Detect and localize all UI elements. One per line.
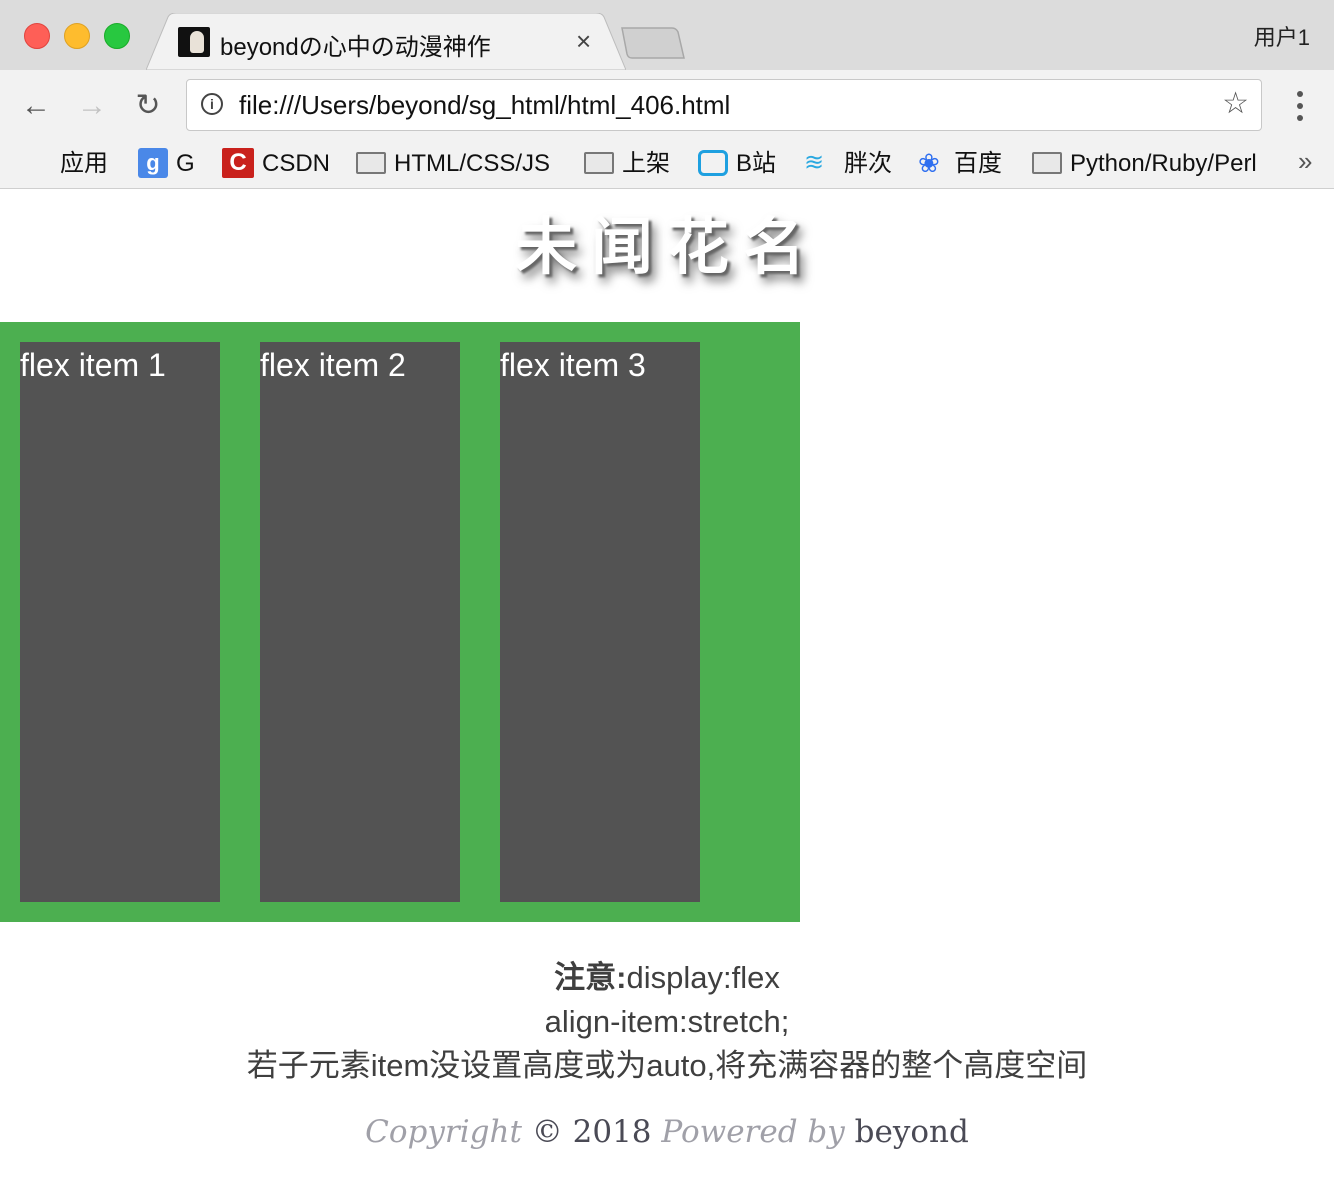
window-close-button[interactable] (24, 23, 50, 49)
address-bar[interactable]: i file:///Users/beyond/sg_html/html_406.… (186, 79, 1262, 131)
window-maximize-button[interactable] (104, 23, 130, 49)
bookmark-label: 应用 (60, 150, 108, 177)
browser-tab[interactable]: beyondの心中の动漫神作 × (146, 13, 626, 70)
window-minimize-button[interactable] (64, 23, 90, 49)
footer-powered-by: Powered by (661, 1114, 845, 1150)
forward-arrow-icon[interactable]: → (74, 88, 110, 124)
folder-icon (584, 151, 614, 174)
note-line-2: align-item:stretch; (544, 1004, 790, 1039)
footer-author: beyond (854, 1114, 969, 1150)
url-text[interactable]: file:///Users/beyond/sg_html/html_406.ht… (239, 90, 730, 121)
bookmark-folder-python[interactable]: Python/Ruby/Perl (1032, 148, 1257, 180)
flex-container: flex item 1 flex item 2 flex item 3 (0, 322, 800, 922)
tab-favicon-icon (178, 27, 210, 57)
bookmark-apps[interactable]: 应用 (26, 148, 108, 180)
page-footer: Copyright © 2018 Powered by beyond (0, 1114, 1334, 1150)
csdn-icon: C (222, 147, 254, 178)
bookmark-baidu[interactable]: ❀ 百度 (918, 148, 1002, 180)
info-icon[interactable]: i (201, 93, 223, 115)
bookmark-label: 上架 (622, 150, 670, 177)
bookmark-folder-html[interactable]: HTML/CSS/JS (356, 148, 550, 180)
bilibili-icon (698, 149, 728, 176)
bookmark-label: G (176, 150, 195, 177)
bookmarks-overflow-icon[interactable]: » (1298, 146, 1312, 177)
flex-item-3: flex item 3 (500, 342, 700, 902)
notes-block: 注意:display:flex align-item:stretch; 若子元素… (0, 956, 1334, 1088)
apps-grid-icon (26, 150, 52, 176)
window-titlebar: beyondの心中の动漫神作 × 用户1 (0, 0, 1334, 70)
bookmark-folder-shangjia[interactable]: 上架 (584, 148, 670, 180)
reload-icon[interactable]: ↻ (130, 88, 166, 124)
bookmark-label: 胖次 (844, 150, 892, 177)
flex-item-2: flex item 2 (260, 342, 460, 902)
new-tab-button[interactable] (620, 26, 686, 60)
footer-copyright: Copyright (365, 1114, 522, 1150)
bookmark-label: HTML/CSS/JS (394, 150, 551, 177)
footer-year: © 2018 (531, 1114, 652, 1150)
bookmark-csdn[interactable]: C CSDN (222, 147, 331, 180)
folder-icon (1032, 151, 1062, 174)
flex-item-1: flex item 1 (20, 342, 220, 902)
google-icon: g (138, 147, 168, 178)
wave-icon: ≋ (804, 148, 825, 176)
folder-icon (356, 151, 386, 174)
bookmark-label: CSDN (262, 150, 331, 177)
baidu-paw-icon: ❀ (918, 147, 940, 178)
bookmark-label: B站 (736, 150, 777, 177)
profile-user-label[interactable]: 用户1 (1254, 20, 1310, 52)
page-title: 未闻花名 (514, 210, 819, 283)
bookmarks-bar: 应用 gG C CSDN HTML/CSS/JS 上架 B站 ≋ 胖次 ❀ 百度 Py… (0, 142, 1334, 189)
tab-close-icon[interactable]: × (576, 26, 591, 56)
browser-menu-icon[interactable] (1290, 88, 1310, 124)
bookmark-pangci[interactable]: ≋ 胖次 (804, 148, 892, 180)
back-arrow-icon[interactable]: ← (18, 88, 54, 124)
bookmark-label: 百度 (954, 150, 1002, 177)
note-line-3: 若子元素item没设置高度或为auto,将充满容器的整个高度空间 (246, 1048, 1088, 1083)
tab-title: beyondの心中の动漫神作 (220, 34, 491, 61)
bookmark-g[interactable]: gG (138, 147, 195, 180)
note-line-1: 注意:display:flex (0, 956, 1334, 1000)
bookmark-star-icon[interactable]: ☆ (1222, 88, 1249, 120)
bookmark-bilibili[interactable]: B站 (698, 148, 776, 180)
bookmark-label: Python/Ruby/Perl (1070, 150, 1257, 177)
note-label: 注意: (554, 960, 627, 995)
browser-toolbar: ← → ↻ i file:///Users/beyond/sg_html/htm… (0, 70, 1334, 142)
note-display: display:flex (626, 960, 780, 995)
